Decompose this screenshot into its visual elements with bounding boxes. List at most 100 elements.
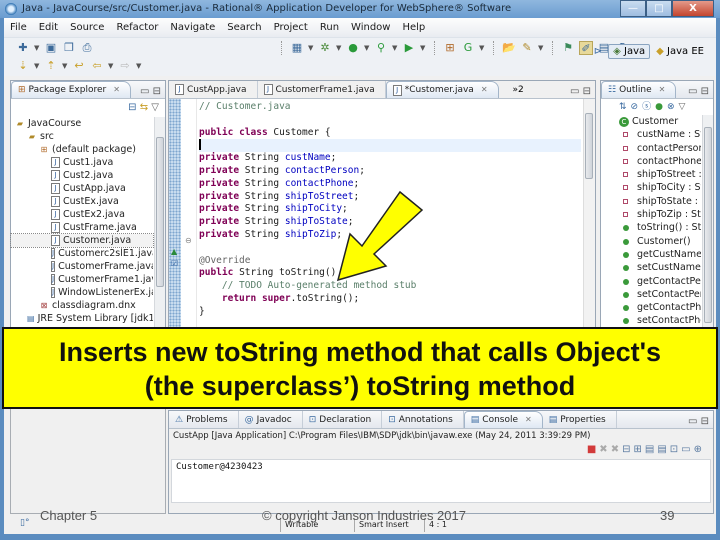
package-explorer-scrollbar[interactable] <box>154 117 165 343</box>
editor-scroll-thumb[interactable] <box>585 113 593 179</box>
tree-item[interactable]: J CustApp.java <box>11 182 153 195</box>
more-tabs-button[interactable]: »2 <box>513 81 524 98</box>
outline-scrollbar[interactable] <box>702 115 713 343</box>
tree-item[interactable]: JWindowListenerEx.java <box>11 286 153 299</box>
outline-member[interactable]: setCustName() <box>601 261 701 274</box>
back-icon[interactable]: ⇦ <box>90 59 104 73</box>
new-class-icon[interactable]: G <box>461 41 475 55</box>
hide-nonpublic-icon[interactable]: ● <box>655 102 667 112</box>
remove-launch-icon[interactable]: ✖ <box>599 444 610 455</box>
editor-tab[interactable]: J CustomerFrame1.java <box>258 81 386 98</box>
outline-member[interactable]: shipToState : String <box>601 195 701 208</box>
show-stdout-icon[interactable]: ▤ <box>645 444 657 455</box>
fold-collapse-icon[interactable]: ⊖ <box>185 236 192 245</box>
tab-outline[interactable]: ☷ Outline ✕ <box>601 81 677 99</box>
menu-run[interactable]: Run <box>314 18 345 37</box>
show-stderr-icon[interactable]: ▤ <box>657 444 669 455</box>
outline-member[interactable]: shipToCity : String <box>601 181 701 194</box>
external-tools-dropdown-icon[interactable]: ▼ <box>420 44 426 52</box>
outline-view-menu-icon[interactable]: ▽ <box>679 102 690 112</box>
search-dropdown-icon[interactable]: ▼ <box>538 44 544 52</box>
perspective-java-ee[interactable]: ◆ Java EE <box>656 46 704 57</box>
close-editor-icon[interactable]: ✕ <box>481 81 488 99</box>
open-console-icon[interactable]: ⊕ <box>694 444 705 455</box>
menu-file[interactable]: File <box>4 18 33 37</box>
pin-console-icon[interactable]: ⊡ <box>670 444 681 455</box>
hide-local-types-icon[interactable]: ⊗ <box>667 102 679 112</box>
menu-project[interactable]: Project <box>268 18 314 37</box>
close-tab-icon[interactable]: ✕ <box>113 81 120 99</box>
console-output[interactable]: Customer@4230423 <box>171 459 711 503</box>
outline-member[interactable]: custName : String <box>601 128 701 141</box>
menu-source[interactable]: Source <box>64 18 110 37</box>
word-wrap-icon[interactable]: ⊞ <box>633 444 644 455</box>
tree-item[interactable]: J Customerc2slE1.java <box>11 247 153 260</box>
maximize-button[interactable]: □ <box>646 0 672 17</box>
new-wizard-icon[interactable]: ✚ <box>16 41 30 55</box>
fast-view-icon[interactable]: ▯° <box>20 518 29 528</box>
close-outline-icon[interactable]: ✕ <box>659 81 666 99</box>
editor-tab[interactable]: J *Customer.java ✕ <box>385 81 499 99</box>
hide-static-icon[interactable]: ⓢ <box>642 102 655 112</box>
outline-scroll-thumb[interactable] <box>704 127 712 323</box>
tree-item[interactable]: J Customer.java <box>10 233 154 248</box>
tab-declaration[interactable]: ⊡ Declaration <box>303 411 383 428</box>
print-icon[interactable]: ⎙ <box>80 41 94 55</box>
tree-item[interactable]: J Cust1.java <box>11 156 153 169</box>
perspective-java[interactable]: ◈ Java <box>608 44 651 59</box>
tree-item[interactable]: ▤JRE System Library [jdk1.6] <box>11 312 153 325</box>
tree-item[interactable]: J CustEx.java <box>11 195 153 208</box>
outline-member[interactable]: toString() : String <box>601 221 701 234</box>
outline-member[interactable]: Customer() <box>601 235 701 248</box>
minimize-button[interactable]: — <box>620 0 646 17</box>
menu-window[interactable]: Window <box>345 18 396 37</box>
outline-member[interactable]: getContactPhone() <box>601 301 701 314</box>
menu-refactor[interactable]: Refactor <box>110 18 164 37</box>
coverage-dropdown-icon[interactable]: ▼ <box>392 44 398 52</box>
open-type-icon[interactable]: 📂 <box>502 41 516 55</box>
save-all-icon[interactable]: ❐ <box>62 41 76 55</box>
remove-all-icon[interactable]: ✖ <box>611 444 622 455</box>
save-icon[interactable]: ▣ <box>44 41 58 55</box>
new-package-icon[interactable]: ⊞ <box>443 41 457 55</box>
outline-member[interactable]: setContactPerson() <box>601 288 701 301</box>
new-dropdown-icon[interactable]: ▼ <box>34 44 40 52</box>
close-button[interactable]: X <box>672 0 714 17</box>
scroll-thumb[interactable] <box>156 137 164 287</box>
external-tools-icon[interactable]: ▶ <box>402 41 416 55</box>
tree-item[interactable]: ⊠ classdiagram.dnx <box>11 299 153 312</box>
tab-properties[interactable]: ▤ Properties <box>543 411 617 428</box>
hide-fields-icon[interactable]: ⊘ <box>631 102 643 112</box>
console-min-max-icons[interactable]: ▭ ⊟ <box>688 413 709 431</box>
tab-annotations[interactable]: ⊡ Annotations <box>382 411 464 428</box>
debug-dropdown-icon[interactable]: ▼ <box>336 44 342 52</box>
tree-item[interactable]: ⊞ (default package) <box>11 143 153 156</box>
editor-scrollbar[interactable] <box>583 99 595 343</box>
tree-item[interactable]: J CustFrame.java <box>11 221 153 234</box>
tab-problems[interactable]: ⚠ Problems <box>169 411 239 428</box>
close-console-icon[interactable]: ✕ <box>525 411 532 429</box>
editor-tab[interactable]: J CustApp.java <box>169 81 258 98</box>
back-dropdown-icon[interactable]: ▼ <box>108 62 114 70</box>
tree-item[interactable]: ▰ src <box>11 130 153 143</box>
outline-member[interactable]: shipToZip : String <box>601 208 701 221</box>
display-console-icon[interactable]: ▭ <box>681 444 693 455</box>
annotation-icon[interactable]: ⚑ <box>561 41 575 55</box>
coverage-icon[interactable]: ⚲ <box>374 41 388 55</box>
outline-member[interactable]: getCustName() <box>601 248 701 261</box>
previous-annotation-dropdown-icon[interactable]: ▼ <box>62 62 68 70</box>
menu-search[interactable]: Search <box>221 18 267 37</box>
outline-member[interactable]: setContactPhone() <box>601 314 701 327</box>
collapse-all-icon[interactable]: ⊟ <box>128 102 136 113</box>
link-with-editor-icon[interactable]: ⇆ <box>140 102 148 113</box>
menu-edit[interactable]: Edit <box>33 18 64 37</box>
outline-member[interactable]: getContactPerson() <box>601 275 701 288</box>
run-dropdown-icon[interactable]: ▼ <box>364 44 370 52</box>
terminate-icon[interactable]: ■ <box>587 444 599 455</box>
tab-javadoc[interactable]: @ Javadoc <box>239 411 303 428</box>
outline-member[interactable]: shipToStreet : String <box>601 168 701 181</box>
menu-navigate[interactable]: Navigate <box>164 18 221 37</box>
outline-root[interactable]: C Customer <box>601 115 701 128</box>
last-edit-icon[interactable]: ↩ <box>72 59 86 73</box>
mark-occurrences-icon[interactable]: ✐ <box>579 41 593 55</box>
